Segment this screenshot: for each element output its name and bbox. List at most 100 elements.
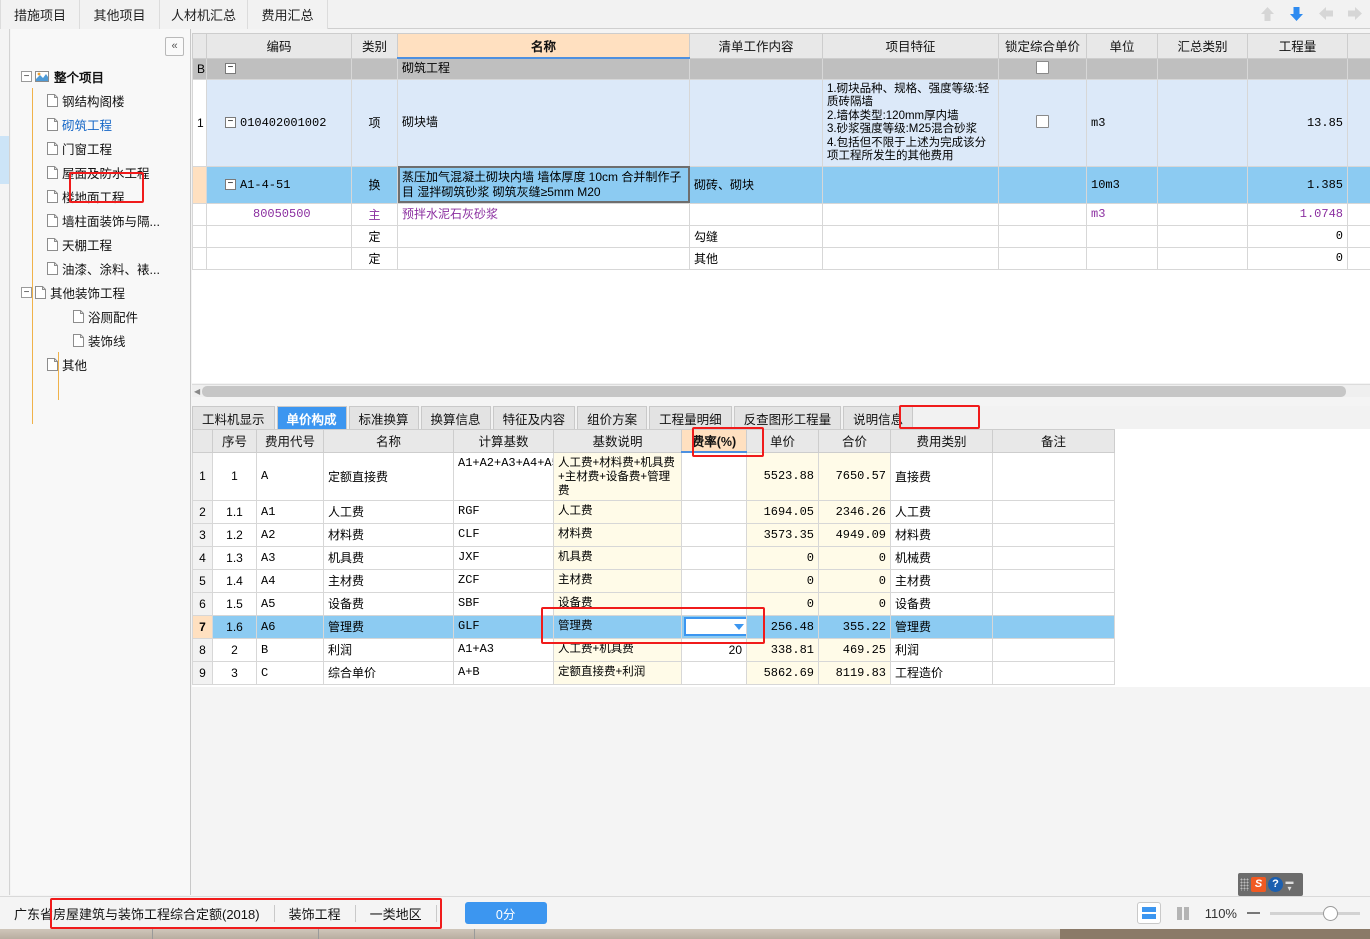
cell-lock-price[interactable] [998, 57, 1087, 80]
cell-rate[interactable] [681, 591, 747, 616]
lock-checkbox[interactable] [1036, 60, 1049, 74]
cell-fee-code[interactable]: A [256, 451, 324, 501]
cell-calc-base[interactable]: RGF [453, 499, 554, 524]
cell-fee-name[interactable]: 人工费 [323, 499, 454, 524]
cell-lock-price[interactable] [998, 165, 1087, 204]
cell-fee-category[interactable]: 设备费 [890, 591, 993, 616]
fee-row[interactable]: 9 3 C 综合单价 A+B 定额直接费+利润 5862.69 8119.83 工程造价 [192, 660, 1115, 685]
cell-fee-category[interactable]: 人工费 [890, 499, 993, 524]
cell-base-desc[interactable]: 主材费 [553, 568, 682, 593]
sidebar-item-8[interactable]: − 其他装饰工程 [17, 280, 193, 304]
fee-row[interactable]: 8 2 B 利润 A1+A3 人工费+机具费 20 338.81 469.25 利润 [192, 637, 1115, 662]
cell-total-price[interactable]: 0 [818, 591, 891, 616]
cell-unit[interactable]: m3 [1086, 78, 1158, 167]
cell-note[interactable] [992, 499, 1115, 524]
cell-note[interactable] [992, 614, 1115, 639]
cell-total-price[interactable]: 0 [818, 545, 891, 570]
bottom-tab-2[interactable]: 标准换算 [348, 406, 419, 429]
cell-name[interactable]: 预拌水泥石灰砂浆 [397, 202, 690, 226]
bcol-fee-code[interactable]: 费用代号 [256, 429, 324, 453]
cell-total-price[interactable]: 7650.57 [818, 451, 891, 501]
tab-qita-xiangmu[interactable]: 其他项目 [80, 0, 160, 29]
bcol-name[interactable]: 名称 [323, 429, 454, 453]
fee-row[interactable]: 6 1.5 A5 设备费 SBF 设备费 0 0 设备费 [192, 591, 1115, 616]
cell-fee-name[interactable]: 管理费 [323, 614, 454, 639]
cell-fee-category[interactable]: 利润 [890, 637, 993, 662]
cell-unit-price[interactable]: 0 [746, 545, 819, 570]
cell-code[interactable]: − [206, 57, 352, 80]
sidebar-item-10[interactable]: 装饰线 [17, 328, 193, 352]
cell-unit[interactable] [1086, 57, 1158, 80]
tab-cuoshi-xiangmu[interactable]: 措施项目 [0, 0, 80, 29]
cell-fee-code[interactable]: A5 [256, 591, 324, 616]
cell-unit[interactable] [1086, 246, 1158, 270]
arrow-down-icon[interactable] [1289, 6, 1304, 22]
bottom-tab-6[interactable]: 工程量明细 [649, 406, 732, 429]
cell-name[interactable] [397, 224, 690, 248]
bottom-tab-1[interactable]: 单价构成 [276, 406, 347, 429]
cell-total-price[interactable]: 2346.26 [818, 499, 891, 524]
column-view-icon[interactable] [1171, 902, 1195, 924]
cell-fee-category[interactable]: 主材费 [890, 568, 993, 593]
cell-rate[interactable] [681, 522, 747, 547]
bcol-base-desc[interactable]: 基数说明 [553, 429, 682, 453]
cell-fee-name[interactable]: 机具费 [323, 545, 454, 570]
tab-rencaiji-huizong[interactable]: 人材机汇总 [160, 0, 248, 29]
cell-fee-code[interactable]: A2 [256, 522, 324, 547]
cell-note[interactable] [992, 660, 1115, 685]
cell-calc-base[interactable]: A+B [453, 660, 554, 685]
col-feature[interactable]: 项目特征 [822, 33, 999, 59]
cell-sum-category[interactable] [1157, 165, 1248, 204]
cell-name[interactable]: 蒸压加气混凝土砌块内墙 墙体厚度 10cm 合并制作子目 湿拌砌筑砂浆 砌筑灰缝… [397, 165, 690, 204]
bottom-tab-5[interactable]: 组价方案 [577, 406, 648, 429]
col-lock-price[interactable]: 锁定综合单价 [998, 33, 1087, 59]
cell-calc-base[interactable]: GLF [453, 614, 554, 639]
cell-rate[interactable] [681, 499, 747, 524]
cell-work-content[interactable]: 其他 [689, 246, 823, 270]
tree-root-toggle[interactable]: − [21, 70, 32, 82]
cell-feature[interactable] [822, 246, 999, 270]
cell-fee-name[interactable]: 综合单价 [323, 660, 454, 685]
cell-fee-name[interactable]: 材料费 [323, 522, 454, 547]
cell-fee-name[interactable]: 定额直接费 [323, 451, 454, 501]
col-quantity[interactable]: 工程量 [1247, 33, 1348, 59]
col-sum-category[interactable]: 汇总类别 [1157, 33, 1248, 59]
cell-unit[interactable] [1086, 224, 1158, 248]
cell-code[interactable] [206, 224, 352, 248]
bcol-seq[interactable]: 序号 [212, 429, 257, 453]
cell-quantity[interactable]: 1.385 [1247, 165, 1348, 204]
cell-lock-price[interactable] [998, 78, 1087, 167]
ime-expand-icon[interactable]: ▬ ▾ [1285, 877, 1294, 892]
tree-root-node[interactable]: − 整个项目 [17, 64, 193, 88]
cell-work-content[interactable] [689, 78, 823, 167]
cell-category[interactable] [351, 57, 398, 80]
cell-feature[interactable] [822, 224, 999, 248]
cell-feature[interactable] [822, 165, 999, 204]
cell-quantity[interactable] [1247, 57, 1348, 80]
cell-fee-name[interactable]: 主材费 [323, 568, 454, 593]
fee-row[interactable]: 11A定额直接费A1+A2+A3+A4+A5+A6人工费+材料费+机具费+主材费… [192, 451, 1115, 501]
cell-calc-base[interactable]: CLF [453, 522, 554, 547]
cell-category[interactable]: 定 [351, 224, 398, 248]
cell-sum-category[interactable] [1157, 246, 1248, 270]
sidebar-item-1[interactable]: 砌筑工程 [17, 112, 193, 136]
arrow-left-icon[interactable] [1318, 6, 1333, 22]
cell-feature[interactable] [822, 57, 999, 80]
bcol-fee-category[interactable]: 费用类别 [890, 429, 993, 453]
bottom-tab-3[interactable]: 换算信息 [420, 406, 491, 429]
bottom-tab-7[interactable]: 反查图形工程量 [733, 406, 842, 429]
cell-name[interactable]: 砌筑工程 [397, 57, 690, 80]
bottom-tab-0[interactable]: 工料机显示 [192, 406, 275, 429]
cell-seq[interactable]: 2 [212, 637, 257, 662]
cell-seq[interactable]: 1.1 [212, 499, 257, 524]
cell-fee-category[interactable]: 工程造价 [890, 660, 993, 685]
cell-fee-code[interactable]: A6 [256, 614, 324, 639]
table-row[interactable]: B1 − 砌筑工程 [192, 57, 1370, 80]
cell-work-content[interactable]: 勾缝 [689, 224, 823, 248]
cell-lock-price[interactable] [998, 246, 1087, 270]
ime-toolbar[interactable]: S ? ▬ ▾ [1238, 873, 1303, 896]
cell-category[interactable]: 项 [351, 78, 398, 167]
cell-sum-category[interactable] [1157, 202, 1248, 226]
col-work-content[interactable]: 清单工作内容 [689, 33, 823, 59]
cell-base-desc[interactable]: 人工费+机具费 [553, 637, 682, 662]
